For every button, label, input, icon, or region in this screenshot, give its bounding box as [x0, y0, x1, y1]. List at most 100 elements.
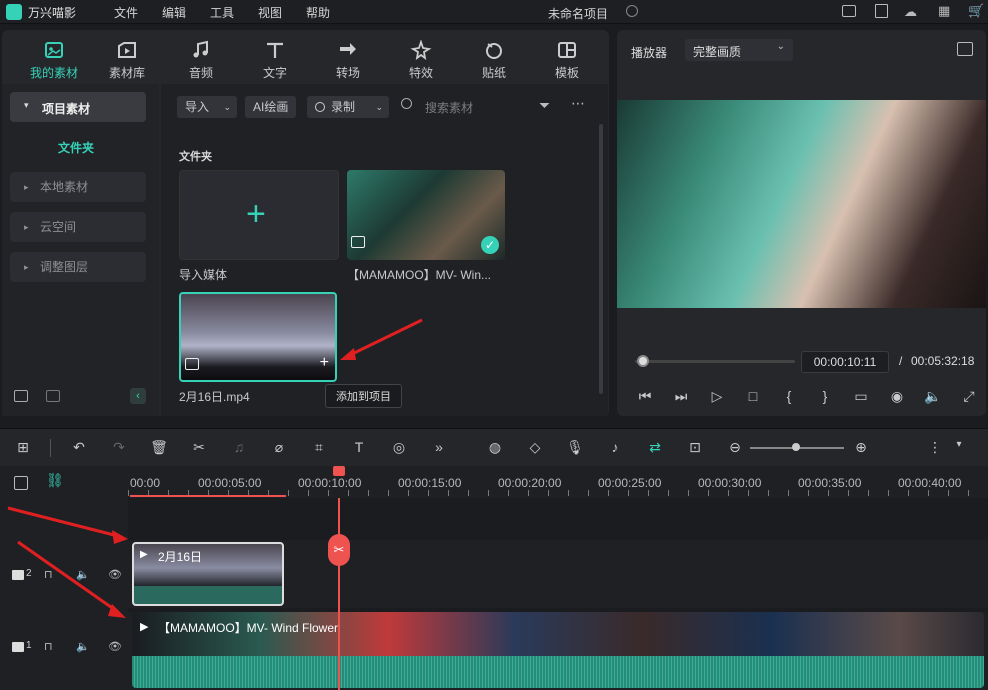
snap-icon[interactable]: ⇄ [646, 439, 664, 457]
tab-sticker[interactable]: 贴纸 [458, 30, 530, 84]
link-icon[interactable]: ⛓ [46, 472, 64, 489]
folder-icon[interactable] [46, 390, 60, 402]
zoom-out-icon[interactable]: ⊖ [726, 439, 744, 457]
display-icon[interactable]: ▭ [851, 388, 871, 408]
new-folder-icon[interactable] [14, 390, 28, 402]
text-icon [267, 42, 283, 58]
current-time[interactable]: 00:00:10:11 [801, 351, 889, 373]
zoom-knob[interactable] [792, 443, 800, 451]
tab-label: 我的素材 [29, 66, 78, 80]
text-tool-icon[interactable]: T [350, 439, 368, 457]
audio-waveform [132, 656, 984, 688]
mic-icon[interactable]: 🎙 [566, 439, 584, 457]
tag-icon[interactable]: ⌀ [270, 439, 288, 457]
filter-icon[interactable]: ⏷ [539, 97, 550, 114]
track-height-icon[interactable]: ⋮ [926, 439, 944, 457]
zoom-in-icon[interactable]: ⊕ [852, 439, 870, 457]
snapshot-icon[interactable]: ◉ [887, 388, 907, 408]
audio-mix-icon[interactable]: ♪ [606, 439, 624, 457]
menu-help[interactable]: 帮助 [306, 4, 330, 21]
split-icon[interactable]: ✂ [190, 439, 208, 457]
sidebar-item-adjustment[interactable]: 调整图层 [10, 252, 146, 282]
scope-icon[interactable] [957, 42, 973, 56]
tab-library[interactable]: 素材库 [91, 30, 163, 84]
cart-icon[interactable]: 🛒 [968, 3, 984, 19]
menu-edit[interactable]: 编辑 [162, 4, 186, 21]
volume-icon[interactable]: 🔈 [923, 388, 943, 408]
media-label: 【MAMAMOO】MV- Win... [347, 268, 492, 282]
cloud-upload-icon[interactable]: ☁ [904, 4, 917, 20]
search-input[interactable]: 搜索素材 [425, 99, 535, 116]
more-icon[interactable]: ⋯ [571, 95, 585, 112]
clip-play-icon: ▶ [140, 549, 148, 560]
timeline-ruler[interactable]: 00:00 00:00:05:00 00:00:10:00 00:00:15:0… [128, 466, 988, 498]
progress-knob[interactable] [637, 355, 649, 367]
media-sidebar: ▾ 项目素材 文件夹 本地素材 云空间 调整图层 ‹ [2, 84, 159, 416]
sidebar-item-cloud[interactable]: 云空间 [10, 212, 146, 242]
layout-grid-icon[interactable]: ⊞ [14, 439, 32, 457]
progress-track[interactable] [635, 360, 795, 363]
mark-out-icon[interactable]: } [815, 388, 835, 408]
fullscreen-icon[interactable]: ⤢ [959, 388, 979, 408]
marker-icon[interactable]: ◇ [526, 439, 544, 457]
render-icon[interactable]: ◍ [486, 439, 504, 457]
undo-icon[interactable]: ↶ [70, 439, 88, 457]
more-tools-icon[interactable]: » [430, 439, 448, 457]
playhead-line [338, 498, 340, 690]
add-track-icon[interactable] [14, 476, 28, 490]
record-icon [315, 102, 325, 112]
tab-template[interactable]: 模板 [531, 30, 603, 84]
check-icon: ✓ [481, 236, 499, 254]
clip-mamamoo[interactable]: ▶ 【MAMAMOO】MV- Wind Flower [132, 612, 984, 688]
track1-lock-icon[interactable]: ⊓ [44, 640, 53, 653]
tab-text[interactable]: 文字 [239, 30, 311, 84]
ruler-label: 00:00:30:00 [698, 476, 762, 490]
audio-detach-icon[interactable]: ♫ [230, 439, 248, 457]
playhead-handle[interactable] [333, 466, 345, 476]
mark-in-icon[interactable]: { [779, 388, 799, 408]
tab-effects[interactable]: 特效 [385, 30, 457, 84]
media-thumbnail-mamamoo[interactable]: ✓ [347, 170, 505, 260]
media-thumbnail-feb16[interactable]: + [179, 292, 337, 382]
import-dropdown[interactable]: 导入 ⌄ [177, 96, 237, 118]
audio-wave-icon[interactable]: ◎ [390, 439, 408, 457]
menu-view[interactable]: 视图 [258, 4, 282, 21]
stop-icon[interactable]: □ [743, 388, 763, 408]
tab-audio[interactable]: 音频 [165, 30, 237, 84]
apps-grid-icon[interactable]: ▦ [938, 3, 950, 19]
track1-volume-icon[interactable]: 🔈 [76, 640, 90, 653]
collapse-sidebar-button[interactable]: ‹ [130, 388, 146, 404]
transition-icon [340, 43, 356, 55]
ruler-label: 00:00:25:00 [598, 476, 662, 490]
sidebar-project-media[interactable]: ▾ 项目素材 [10, 92, 146, 122]
tab-transition[interactable]: 转场 [312, 30, 384, 84]
scrollbar[interactable] [599, 124, 603, 394]
clip-feb16[interactable]: ▶ 2月16日 [132, 542, 284, 606]
import-media-tile[interactable]: + [179, 170, 339, 260]
sidebar-item-local[interactable]: 本地素材 [10, 172, 146, 202]
quality-dropdown[interactable]: 完整画质 ⌄ [685, 39, 793, 61]
search-icon [401, 98, 412, 109]
tab-my-media[interactable]: 我的素材 [18, 30, 90, 84]
split-marker-icon[interactable]: ✂ [328, 534, 350, 566]
menu-file[interactable]: 文件 [114, 4, 138, 21]
layout-icon[interactable] [842, 5, 856, 17]
play-icon[interactable]: ▷ [707, 388, 727, 408]
record-dropdown[interactable]: 录制 ⌄ [307, 96, 389, 118]
sidebar-folder[interactable]: 文件夹 [58, 139, 94, 156]
save-icon[interactable] [875, 4, 888, 18]
next-frame-icon[interactable]: ⏭ [671, 388, 691, 408]
track1-eye-icon[interactable]: 👁 [108, 640, 122, 653]
video-type-icon [185, 358, 199, 370]
ai-paint-button[interactable]: AI绘画 [245, 96, 297, 118]
tab-label: 贴纸 [481, 66, 506, 80]
redo-icon[interactable]: ↷ [110, 439, 128, 457]
fit-icon[interactable]: ⊡ [686, 439, 704, 457]
menu-tools[interactable]: 工具 [210, 4, 234, 21]
crop-icon[interactable]: ⌗ [310, 439, 328, 457]
add-to-project-icon[interactable]: + [320, 354, 329, 372]
chevron-down-icon[interactable]: ▾ [950, 439, 968, 457]
prev-frame-icon[interactable]: ⏮ [635, 388, 655, 408]
delete-icon[interactable]: 🗑 [150, 439, 168, 457]
sticker-icon [486, 43, 502, 59]
